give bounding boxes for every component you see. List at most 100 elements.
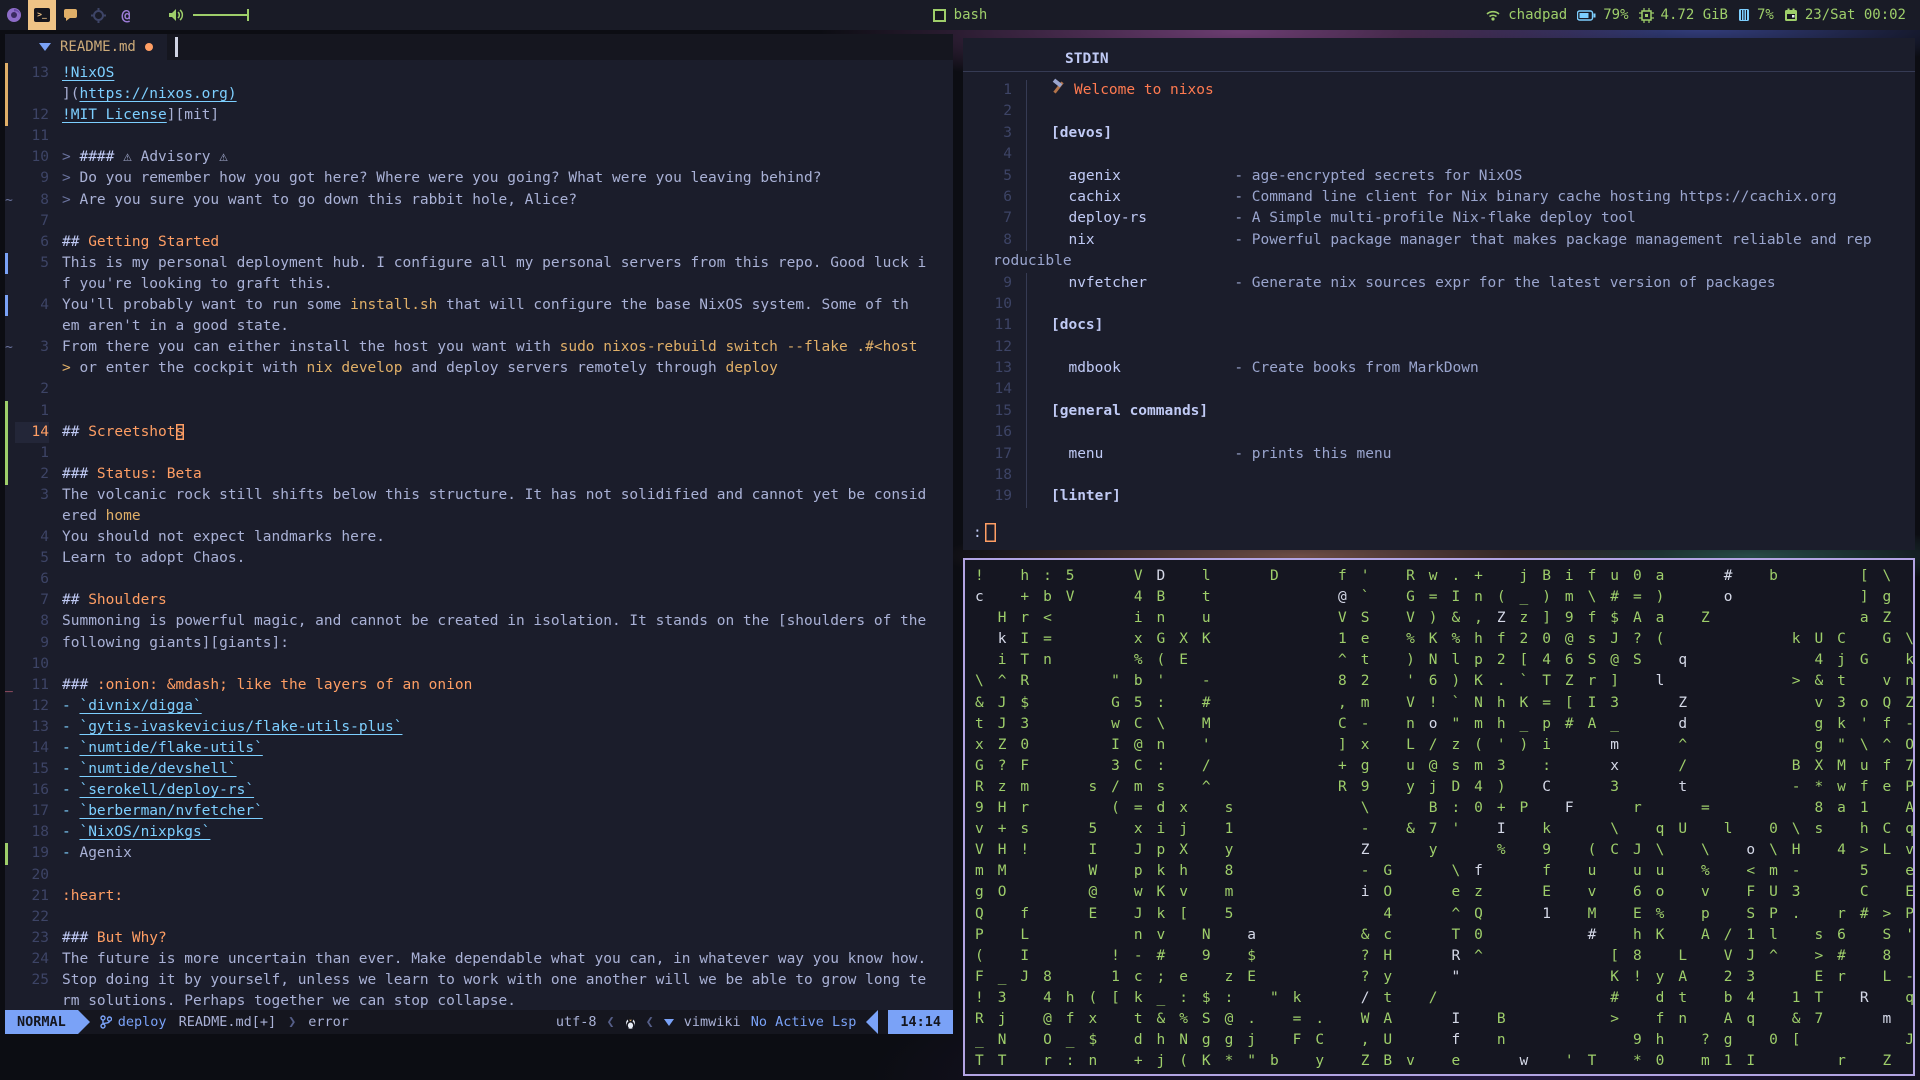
text-segment: `serokell/deploy-rs` <box>79 782 255 799</box>
text-segment: `divnix/digga` <box>79 697 202 714</box>
markdown-filetype-icon <box>39 43 51 51</box>
statusline-filename: README.md[+] <box>178 1014 277 1030</box>
text-segment: `NixOS/nixpkgs` <box>79 824 211 841</box>
branch-name: deploy <box>117 1014 167 1030</box>
pager-line: 8 nix - Powerful package manager that mak… <box>963 229 1915 252</box>
text-segment: nvfetcher <box>1051 274 1148 291</box>
prompt-colon: : <box>973 524 982 541</box>
grid-row: i T n % ( E ^ t ) N l p 2 [ 4 6 S @ S q … <box>997 652 1913 669</box>
text-segment: #### <box>79 149 124 166</box>
clock-segment: 14:14 <box>888 1010 953 1034</box>
editor-buffer[interactable]: 13 !NixOS](https://nixos.org) 12 !MIT Licen… <box>5 61 953 1010</box>
git-sign <box>5 907 15 928</box>
git-sign <box>5 843 15 865</box>
line-text: - `numtide/devshell` <box>49 759 237 780</box>
window-title-text: bash <box>953 7 988 23</box>
text-segment: [devos] <box>1051 124 1113 141</box>
grid-row: Q f E J k [ 5 4 ^ Q 1 M E % p S P . r # … <box>975 905 1913 922</box>
line-number: 7 <box>40 592 49 609</box>
workspace-mail[interactable]: @ <box>112 0 140 30</box>
line-number: 3 <box>40 486 49 503</box>
line-number: 13 <box>31 718 49 735</box>
cpu-status[interactable]: 7% <box>1738 7 1774 23</box>
git-sign <box>5 569 15 590</box>
git-sign <box>5 590 15 611</box>
pager-line-text <box>1027 144 1051 165</box>
hammer-icon <box>1051 80 1066 94</box>
grid-row: _ N O _ $ d h N g g j F C , U f n 9 h ? … <box>975 1032 1913 1049</box>
pager-prompt[interactable]: : <box>973 523 996 542</box>
pager-line-number: 2 <box>963 101 1027 123</box>
memory-status[interactable]: 4.72 GiB <box>1638 7 1728 23</box>
line-number: 2 <box>40 381 49 398</box>
pager-line-number: 12 <box>963 336 1027 359</box>
git-sign <box>5 316 15 337</box>
volume-slider[interactable] <box>193 9 249 21</box>
text-segment: that will configure the base NixOS syste… <box>437 297 909 314</box>
text-segment: sudo nixos-rebuild switch --flake .#<hos… <box>559 339 918 356</box>
pager-line-text: cachix - Command line client for Nix bina… <box>1027 187 1836 208</box>
git-sign <box>5 379 15 400</box>
workspace-chat[interactable] <box>56 0 84 30</box>
editor-line: 13 !NixOS <box>5 63 953 85</box>
line-number: 14 <box>15 421 49 443</box>
editor-line: 10 > #### ⚠ Advisory ⚠ <box>5 147 953 168</box>
editor-line: 4 You'll probably want to run some instal… <box>5 295 953 317</box>
line-number: 10 <box>31 655 49 672</box>
editor-line: 18- `NixOS/nixpkgs` <box>5 822 953 843</box>
text-segment: You'll probably want to run some <box>62 297 351 314</box>
hostname: chadpad <box>1508 7 1568 23</box>
tab-readme[interactable]: README.md <box>5 34 167 60</box>
pager-line: 11 [docs] <box>963 315 1915 337</box>
grid-row: ! h : 5 V D l D f ' R w . + j B i f u 0 … <box>975 568 1894 584</box>
workspace-settings[interactable] <box>84 0 112 30</box>
git-sign <box>5 633 15 654</box>
ram-stick-icon <box>1738 8 1750 22</box>
top-status-bar: >_ @ bash chadpad 79% 4.72 GiB 7% 23/Sat… <box>0 0 1920 30</box>
pager-line-text: nvfetcher - Generate nix sources expr for… <box>1027 273 1775 294</box>
text-segment: Stop doing it by yourself, unless we lea… <box>62 972 927 989</box>
system-stats: chadpad 79% 4.72 GiB 7% 23/Sat 00:02 <box>1485 7 1920 23</box>
line-number: 18 <box>31 824 49 841</box>
workspace-firefox[interactable] <box>0 0 28 30</box>
grid-row: T T r : n + j ( K * " b y Z B v e w ' T … <box>975 1053 1894 1070</box>
line-text: The future is more uncertain than ever. … <box>49 949 926 970</box>
grid-row: c + b V 4 B t @ ` G = I n ( _ ) m \ # = … <box>975 589 1894 606</box>
editor-line: 8 Summoning is powerful magic, and cannot… <box>5 611 953 632</box>
line-text: - `serokell/deploy-rs` <box>49 780 254 801</box>
pager-line-text: deploy-rs - A Simple multi-profile Nix-fl… <box>1027 208 1635 229</box>
editor-line: 11 <box>5 126 953 147</box>
pager-line: 16 <box>963 422 1915 444</box>
workspace-terminal-active[interactable]: >_ <box>28 0 56 30</box>
line-number: 1 <box>40 444 49 461</box>
editor-statusline: NORMAL deploy README.md[+] ❯ error utf-8… <box>5 1010 953 1034</box>
git-sign <box>5 738 15 759</box>
line-number <box>15 991 49 1010</box>
grid-row: v + s 5 x i j 1 - & 7 ' I k \ q U l 0 \ … <box>975 821 1913 838</box>
random-character-terminal-window[interactable]: ! h : 5 V D l D f ' R w . + j B i f u 0 … <box>963 558 1915 1076</box>
git-sign <box>5 485 15 506</box>
line-number: 5 <box>40 550 49 567</box>
line-text: ## Getting Started <box>49 232 219 253</box>
pager-line-text <box>1027 294 1051 315</box>
text-segment: Getting Started <box>88 233 220 250</box>
line-text: ### But Why? <box>49 928 167 949</box>
battery-percent: 79% <box>1603 7 1629 23</box>
editor-line: 20 <box>5 865 953 886</box>
git-branch[interactable]: deploy <box>100 1014 167 1030</box>
pager-line: 2 <box>963 101 1915 123</box>
network-status[interactable]: chadpad <box>1485 7 1567 23</box>
git-sign <box>5 991 15 1010</box>
pager-line: 1 Welcome to nixos <box>963 80 1915 102</box>
editor-line: _ 11 ### :onion: &mdash; like the layers o… <box>5 675 953 696</box>
pager-terminal-window[interactable]: STDIN 1 Welcome to nixos 2 3 [devos] 4 5 ageni… <box>963 38 1915 550</box>
editor-line: f you're looking to graft this. <box>5 274 953 295</box>
text-segment: f you're looking to graft this. <box>62 275 333 292</box>
volume-control[interactable] <box>168 8 249 22</box>
powerline-arrow-left <box>866 1010 879 1034</box>
clock[interactable]: 23/Sat 00:02 <box>1784 7 1906 23</box>
git-sign <box>5 463 15 485</box>
battery-status[interactable]: 79% <box>1577 7 1629 23</box>
neovim-editor-window[interactable]: README.md 13 !NixOS](https://nixos.org) 12… <box>5 34 953 1034</box>
pager-line: roducible <box>963 251 1915 272</box>
